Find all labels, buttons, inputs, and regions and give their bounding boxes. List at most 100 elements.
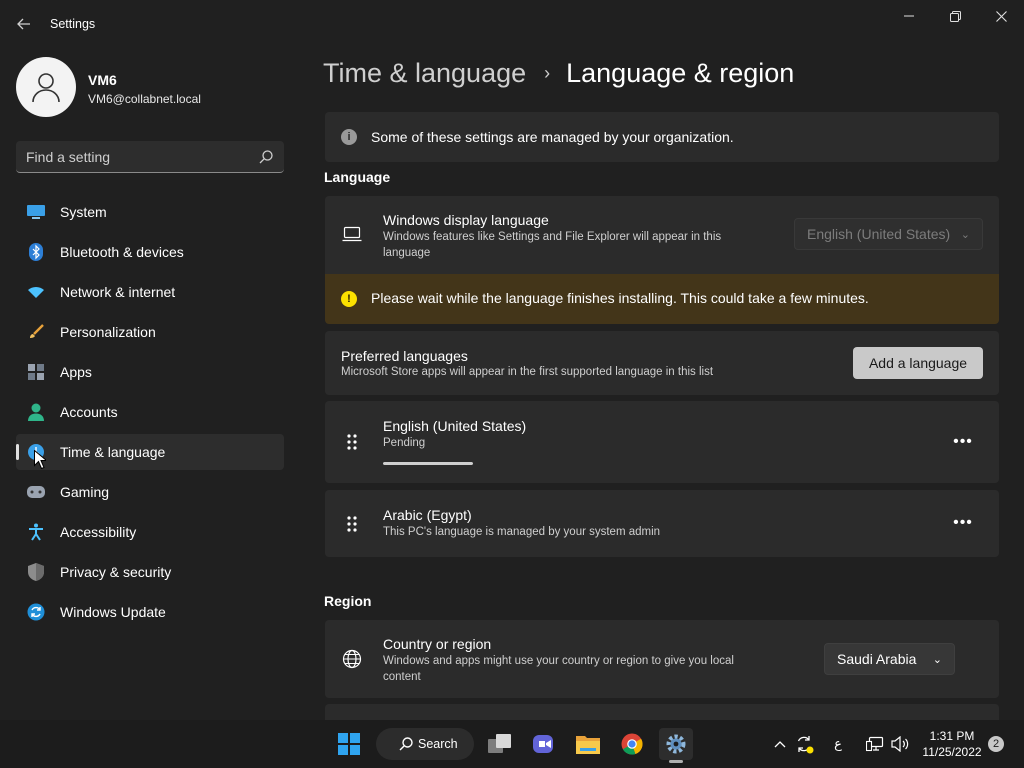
start-button[interactable]: [332, 728, 366, 760]
add-language-button[interactable]: Add a language: [853, 347, 983, 379]
mouse-cursor-icon: [34, 450, 46, 469]
language-name: English (United States): [383, 418, 527, 434]
app-title: Settings: [50, 17, 96, 31]
brush-icon: [26, 322, 46, 342]
breadcrumb-parent[interactable]: Time & language: [323, 58, 526, 89]
more-options-icon[interactable]: •••: [951, 513, 975, 533]
sidebar-item-apps[interactable]: Apps: [16, 354, 284, 390]
notification-badge[interactable]: 2: [988, 736, 1004, 752]
preferred-languages-card: Preferred languages Microsoft Store apps…: [325, 331, 999, 395]
maximize-icon: [949, 10, 961, 22]
sidebar-item-gaming[interactable]: Gaming: [16, 474, 284, 510]
maximize-button[interactable]: [932, 0, 978, 32]
teams-button[interactable]: [527, 728, 561, 760]
sidebar-item-privacy[interactable]: Privacy & security: [16, 554, 284, 590]
input-language-indicator[interactable]: ع: [827, 732, 849, 756]
settings-icon: [666, 734, 686, 754]
show-hidden-icons-button[interactable]: [769, 732, 791, 756]
person-icon: [32, 73, 60, 103]
chrome-icon: [621, 733, 643, 755]
task-view-button[interactable]: [483, 728, 517, 760]
sidebar-item-label: Gaming: [60, 484, 110, 500]
search-icon: [399, 737, 413, 751]
title-bar: Settings: [0, 0, 1024, 48]
drag-handle-icon[interactable]: [345, 433, 359, 451]
settings-taskbar-button[interactable]: [659, 728, 693, 760]
minimize-button[interactable]: [886, 0, 932, 32]
windows-display-language-card: Windows display language Windows feature…: [325, 196, 999, 274]
update-icon: [26, 602, 46, 622]
sidebar-item-label: Apps: [60, 364, 92, 380]
preferred-languages-title: Preferred languages: [341, 348, 468, 364]
active-app-indicator: [669, 760, 683, 763]
country-region-dropdown-value: Saudi Arabia: [837, 651, 917, 667]
sidebar-item-personalization[interactable]: Personalization: [16, 314, 284, 350]
sidebar-item-label: Network & internet: [60, 284, 176, 300]
language-item-arabic[interactable]: Arabic (Egypt) This PC's language is man…: [325, 490, 999, 557]
country-region-card: Country or region Windows and apps might…: [325, 620, 999, 698]
country-region-title: Country or region: [383, 636, 492, 652]
file-explorer-button[interactable]: [571, 728, 605, 760]
globe-icon: [341, 648, 363, 670]
chevron-down-icon: ⌄: [960, 229, 970, 241]
start-icon: [338, 733, 360, 755]
search-input[interactable]: [26, 141, 246, 172]
chrome-button[interactable]: [615, 728, 649, 760]
sidebar-item-label: Personalization: [60, 324, 156, 340]
language-status: This PC's language is managed by your sy…: [383, 526, 661, 538]
search-icon[interactable]: [258, 149, 274, 165]
gamepad-icon: [26, 482, 46, 502]
sidebar-item-label: Windows Update: [60, 604, 166, 620]
speaker-icon: [891, 736, 909, 752]
taskbar-search-label: Search: [418, 737, 458, 751]
sidebar-item-label: Accounts: [60, 404, 118, 420]
page-title: Language & region: [566, 58, 795, 88]
network-button[interactable]: [864, 732, 886, 756]
chevron-up-icon: [774, 741, 786, 748]
country-region-dropdown[interactable]: Saudi Arabia ⌄: [824, 643, 955, 675]
managed-info-text: Some of these settings are managed by yo…: [371, 129, 734, 145]
close-button[interactable]: [978, 0, 1024, 32]
drag-handle-icon[interactable]: [345, 515, 359, 533]
taskbar: Search ع 1:31 PM 11/25/2022 2: [0, 720, 1024, 768]
accounts-icon: [26, 402, 46, 422]
region-section-title: Region: [324, 593, 372, 609]
sync-warning-icon: [797, 736, 814, 754]
clock-date: 11/25/2022: [922, 745, 982, 759]
display-language-title: Windows display language: [383, 212, 549, 228]
display-language-dropdown-value: English (United States): [807, 226, 951, 242]
back-button[interactable]: [12, 10, 36, 38]
breadcrumb: Time & language › Language & region: [323, 58, 794, 89]
profile-email: VM6@collabnet.local: [88, 92, 201, 106]
language-section-title: Language: [324, 169, 391, 185]
warning-icon: !: [341, 291, 357, 307]
sidebar-item-network[interactable]: Network & internet: [16, 274, 284, 310]
sidebar-item-bluetooth[interactable]: Bluetooth & devices: [16, 234, 284, 270]
task-view-icon: [488, 734, 511, 753]
preferred-languages-description: Microsoft Store apps will appear in the …: [341, 366, 714, 378]
search-box[interactable]: [16, 141, 284, 173]
sidebar-item-windows-update[interactable]: Windows Update: [16, 594, 284, 630]
installing-warning-text: Please wait while the language finishes …: [371, 290, 869, 306]
chevron-down-icon: ⌄: [932, 654, 942, 666]
laptop-icon: [341, 223, 363, 245]
sidebar-item-accounts[interactable]: Accounts: [16, 394, 284, 430]
apps-icon: [26, 362, 46, 382]
sidebar-item-label: Time & language: [60, 444, 166, 460]
language-item-english[interactable]: English (United States) Pending •••: [325, 401, 999, 483]
display-language-dropdown[interactable]: English (United States) ⌄: [794, 218, 983, 250]
shield-icon: [26, 562, 46, 582]
sidebar-item-accessibility[interactable]: Accessibility: [16, 514, 284, 550]
close-icon: [995, 10, 1007, 22]
volume-button[interactable]: [889, 732, 911, 756]
taskbar-search-button[interactable]: Search: [376, 728, 474, 760]
more-options-icon[interactable]: •••: [951, 432, 975, 452]
sidebar-item-label: Privacy & security: [60, 564, 172, 580]
sidebar-item-time-language[interactable]: Time & language: [16, 434, 284, 470]
profile-name: VM6: [88, 72, 117, 88]
bluetooth-icon: [26, 242, 46, 262]
user-profile[interactable]: VM6 VM6@collabnet.local: [16, 57, 286, 119]
sidebar-item-system[interactable]: System: [16, 194, 284, 230]
sync-status-button[interactable]: [793, 732, 815, 756]
clock[interactable]: 1:31 PM 11/25/2022: [918, 728, 986, 760]
